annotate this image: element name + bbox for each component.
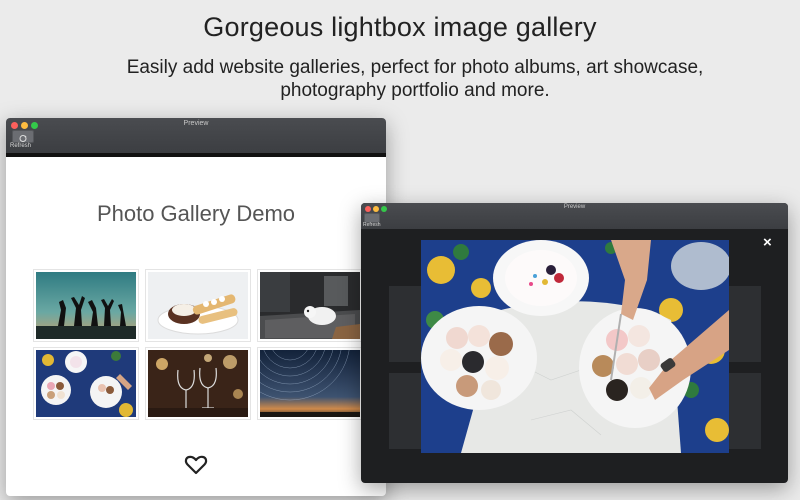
refresh-label: Refresh [10,143,32,149]
window-titlebar[interactable]: Preview Refresh [6,118,386,157]
gallery-thumbnail-cupcakes[interactable] [34,348,138,419]
preview-window: Preview Refresh Photo Gallery Demo [6,118,386,496]
lightbox-photo [421,240,729,453]
window-title: Preview [183,120,209,127]
dimmed-thumbnail [389,373,423,449]
gallery-thumbnail-star-trails[interactable] [258,348,362,419]
hero-subline: Easily add website galleries, perfect fo… [126,57,704,101]
close-icon[interactable]: × [763,235,772,250]
gallery-thumbnail-dog[interactable] [258,270,362,341]
page-title: Photo Gallery Demo [96,201,296,226]
hero-headline: Gorgeous lightbox image gallery [203,12,597,42]
refresh-label: Refresh [363,222,381,228]
dimmed-thumbnail [729,373,761,449]
gallery-thumbnail-wine[interactable] [146,348,250,419]
refresh-button[interactable] [12,130,34,143]
gallery-thumbnail-dessert[interactable] [146,270,250,341]
dimmed-thumbnail [729,286,761,362]
dimmed-thumbnail [389,286,423,362]
gallery-thumbnail-silhouettes[interactable] [34,270,138,341]
lightbox-window: Preview Refresh × [361,203,788,483]
heart-icon[interactable] [184,454,208,481]
window-titlebar[interactable]: Preview Refresh [361,203,788,229]
window-title: Preview [563,204,586,210]
